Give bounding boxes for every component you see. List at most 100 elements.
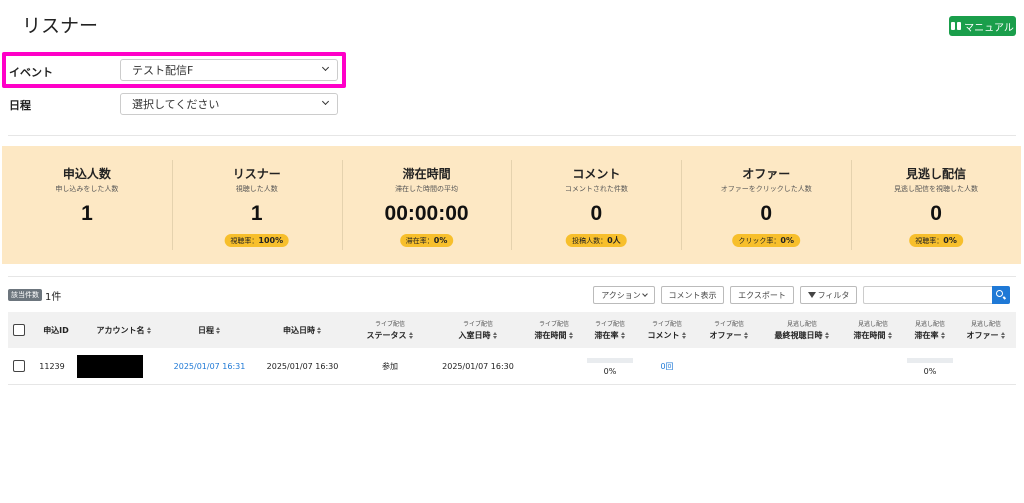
divider	[8, 135, 1016, 136]
book-icon	[951, 22, 962, 30]
sort-icon	[317, 326, 322, 334]
stat-value: 1	[250, 202, 263, 225]
stat-sub: コメントされた件数	[564, 185, 628, 193]
action-dropdown[interactable]: アクション	[593, 286, 655, 304]
stat-offers: オファー オファーをクリックした人数 0 クリック率：0%	[681, 146, 851, 264]
count-badge: 該当件数	[8, 289, 42, 301]
stat-label: コメント	[572, 167, 621, 181]
divider	[8, 276, 1016, 277]
cell-status: 参加	[382, 362, 398, 371]
stat-value: 0	[930, 202, 942, 225]
cell-id: 11239	[39, 362, 65, 371]
export-button[interactable]: エクスポート	[730, 286, 794, 304]
stat-badge-label: クリック率：	[738, 237, 781, 245]
stat-badge-value: 100%	[258, 236, 284, 245]
stay-rate-text: 0%	[603, 366, 617, 376]
cell-account	[74, 348, 146, 385]
cell-schedule-link[interactable]: 2025/01/07 16:31	[172, 348, 247, 385]
table-header: 申込ID アカウント名 日程 申込日時 ライブ配信 ステータス ライブ配信 入室日時…	[8, 312, 1016, 348]
stat-sub: 見逃し配信を視聴した人数	[894, 185, 979, 193]
schedule-select-value: 選択してください	[132, 98, 220, 111]
stat-applicants: 申込人数 申し込みをした人数 1	[2, 146, 172, 264]
stat-badge-value: 0人	[607, 236, 621, 245]
stat-badge-label: 視聴率：	[230, 237, 259, 245]
stat-badge: 視聴率：0%	[909, 234, 963, 247]
chevron-down-icon	[321, 97, 330, 106]
column-header[interactable]: ライブ配信 滞在率	[585, 312, 635, 348]
chevron-down-icon	[321, 63, 330, 72]
stat-badge: クリック率：0%	[732, 234, 801, 247]
sort-icon	[146, 326, 152, 334]
column-header[interactable]: 申込日時	[259, 312, 346, 348]
column-header[interactable]: 見逃し配信 オファー	[958, 312, 1014, 348]
stat-label: 見逃し配信	[906, 167, 967, 181]
stat-badge-value: 0%	[943, 236, 957, 245]
cell-archive-stay-rate: 0%	[905, 348, 955, 385]
funnel-icon	[807, 292, 816, 298]
column-header[interactable]: ライブ配信 オファー	[699, 312, 759, 348]
event-select[interactable]: テスト配信F	[120, 59, 338, 81]
column-header[interactable]: 見逃し配信 滞在率	[905, 312, 955, 348]
column-header[interactable]: ライブ配信 ステータス	[350, 312, 430, 348]
stat-badge: 投稿人数：0人	[566, 234, 627, 247]
stat-badge-label: 投稿人数：	[572, 237, 608, 245]
stat-stay-time: 滞在時間 滞在した時間の平均 00:00:00 滞在率：0%	[341, 146, 512, 264]
sort-icon	[887, 332, 893, 339]
comment-display-button[interactable]: コメント表示	[661, 286, 724, 304]
filter-button-label: フィルタ	[817, 290, 850, 300]
column-header[interactable]: アカウント名	[76, 312, 172, 348]
cell-live-stay-rate: 0%	[585, 348, 635, 385]
cell-applied-at: 2025/01/07 16:30	[266, 362, 339, 371]
sort-icon	[408, 332, 414, 339]
row-checkbox[interactable]	[13, 360, 25, 372]
sort-icon	[681, 332, 687, 339]
stat-listeners: リスナー 視聴した人数 1 視聴率：100%	[171, 146, 342, 264]
schedule-label: 日程	[9, 99, 31, 112]
stat-badge: 視聴率：100%	[224, 234, 290, 247]
column-header[interactable]: 日程	[172, 312, 247, 348]
sort-icon	[620, 332, 626, 339]
stats-panel: 申込人数 申し込みをした人数 1 リスナー 視聴した人数 1 視聴率：100% …	[2, 146, 1021, 264]
stat-sub: 滞在した時間の平均	[395, 185, 459, 193]
column-header[interactable]: ライブ配信 コメント	[640, 312, 694, 348]
manual-button-label: マニュアル	[964, 22, 1014, 34]
stat-badge: 滞在率：0%	[399, 234, 454, 247]
redacted-account-name	[77, 355, 143, 378]
stat-badge-value: 0%	[433, 236, 448, 245]
stat-label: リスナー	[232, 167, 281, 181]
cell-comments-link[interactable]: 0回	[640, 348, 694, 385]
stat-value: 0	[760, 202, 773, 225]
cell-entered-at: 2025/01/07 16:30	[442, 362, 514, 371]
column-header[interactable]: ライブ配信 入室日時	[435, 312, 521, 348]
column-header[interactable]: 申込ID	[36, 312, 76, 348]
column-header[interactable]: 見逃し配信 滞在時間	[844, 312, 902, 348]
stat-sub: 申し込みをした人数	[55, 185, 119, 193]
schedule-select[interactable]: 選択してください	[120, 93, 338, 115]
search-input[interactable]	[863, 286, 992, 304]
select-all-checkbox[interactable]	[13, 324, 25, 336]
stat-comments: コメント コメントされた件数 0 投稿人数：0人	[511, 146, 681, 264]
column-header[interactable]: 見逃し配信 最終視聴日時	[765, 312, 839, 348]
count-text: 1件	[45, 292, 62, 303]
action-dropdown-label: アクション	[601, 290, 641, 300]
stat-value: 1	[81, 202, 93, 225]
event-select-value: テスト配信F	[132, 64, 194, 77]
sort-icon	[216, 326, 221, 334]
stat-sub: オファーをクリックした人数	[720, 185, 812, 193]
sort-icon	[492, 332, 498, 339]
chevron-down-icon	[641, 291, 648, 297]
manual-button[interactable]: マニュアル	[949, 16, 1016, 36]
stat-sub: 視聴した人数	[235, 185, 278, 193]
search-button[interactable]	[992, 286, 1010, 304]
filter-button[interactable]: フィルタ	[800, 286, 857, 304]
page-title: リスナー	[22, 15, 99, 37]
stay-rate-text: 0%	[923, 366, 937, 376]
stat-value: 00:00:00	[384, 202, 469, 225]
table-row[interactable]: 11239 2025/01/07 16:31 2025/01/07 16:30 …	[8, 348, 1016, 385]
stat-archive: 見逃し配信 見逃し配信を視聴した人数 0 視聴率：0%	[851, 146, 1021, 264]
column-header[interactable]: ライブ配信 滞在時間	[527, 312, 581, 348]
stat-badge-label: 視聴率：	[915, 237, 944, 245]
search-icon	[996, 290, 1003, 297]
stat-label: 申込人数	[62, 167, 111, 181]
stat-badge-label: 滞在率：	[405, 237, 434, 245]
